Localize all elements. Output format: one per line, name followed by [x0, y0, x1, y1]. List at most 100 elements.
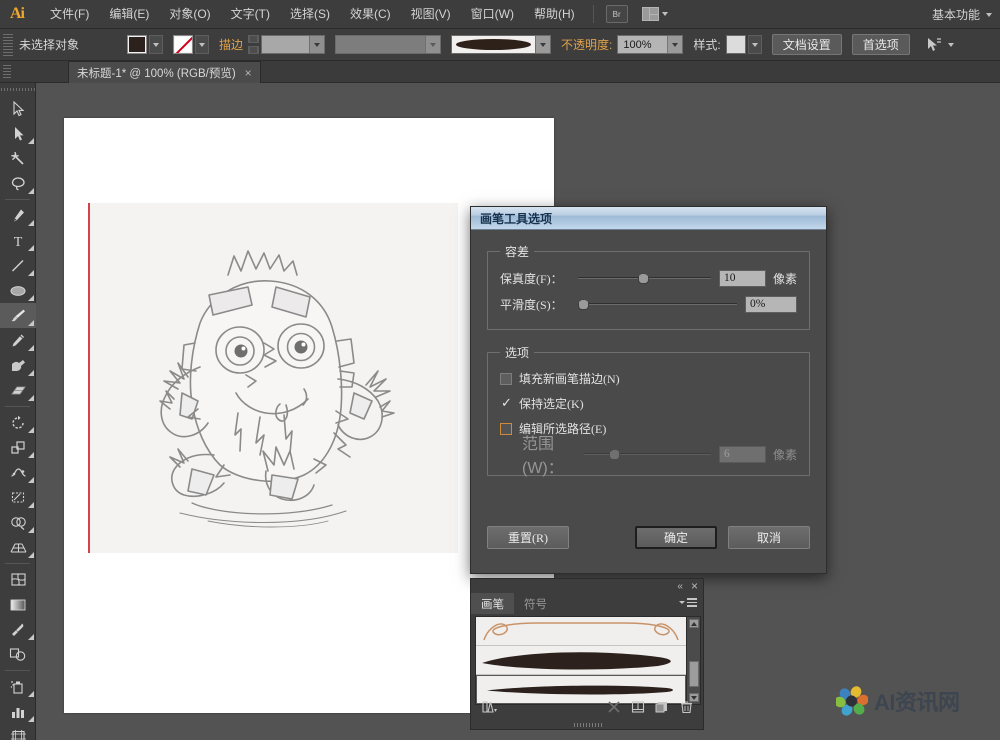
direct-selection-tool[interactable]	[0, 121, 36, 146]
select-similar-options-button[interactable]	[924, 36, 944, 54]
brush-preview-loop-icon	[483, 621, 679, 640]
brush-calligraphic-loop[interactable]	[476, 617, 686, 646]
scale-tool[interactable]	[0, 435, 36, 460]
blend-tool[interactable]	[0, 642, 36, 667]
shape-builder-tool[interactable]	[0, 510, 36, 535]
fill-new-brush-strokes-checkbox[interactable]	[500, 372, 512, 385]
collapse-icon[interactable]: «	[677, 581, 682, 592]
control-bar-grip[interactable]	[3, 33, 13, 56]
fill-new-brush-strokes-row[interactable]: 填充新画笔描边(N)	[500, 366, 797, 391]
app-logo-icon: Ai	[10, 5, 25, 22]
eraser-tool[interactable]	[0, 378, 36, 403]
tab-symbols[interactable]: 符号	[514, 593, 557, 614]
scroll-up-icon[interactable]	[688, 619, 699, 628]
dialog-button-row: 重置(R) 确定 取消	[487, 526, 810, 549]
stroke-profile-combo[interactable]	[335, 35, 442, 54]
menu-select[interactable]: 选择(S)	[280, 0, 340, 29]
lasso-tool[interactable]	[0, 171, 36, 196]
ok-button[interactable]: 确定	[635, 526, 717, 549]
mesh-tool[interactable]	[0, 567, 36, 592]
selection-tool[interactable]	[0, 96, 36, 121]
stroke-swatch-group[interactable]	[173, 35, 209, 54]
stroke-color-swatch[interactable]	[173, 35, 193, 54]
workspace-switcher[interactable]: 基本功能	[932, 0, 992, 29]
ellipse-tool[interactable]	[0, 278, 36, 303]
style-dropdown-button[interactable]	[747, 35, 762, 54]
reset-button[interactable]: 重置(R)	[487, 526, 569, 549]
options-of-selected-object-icon[interactable]	[628, 698, 648, 715]
tab-brushes[interactable]: 画笔	[471, 593, 514, 614]
pencil-tool[interactable]	[0, 328, 36, 353]
rotate-tool[interactable]	[0, 410, 36, 435]
fill-dropdown-button[interactable]	[149, 35, 163, 54]
blob-brush-tool[interactable]	[0, 353, 36, 378]
keep-selected-checkbox[interactable]: ✓	[500, 395, 512, 410]
chevron-down-icon[interactable]	[947, 42, 954, 47]
fill-swatch-group[interactable]	[127, 35, 163, 54]
perspective-grid-tool[interactable]	[0, 535, 36, 560]
brush-list-scrollbar[interactable]	[687, 616, 701, 705]
panel-resize-grip[interactable]	[471, 723, 705, 727]
width-tool[interactable]	[0, 460, 36, 485]
scrollbar-thumb[interactable]	[689, 661, 699, 687]
stroke-weight-combo[interactable]	[261, 35, 326, 54]
stroke-dropdown-button[interactable]	[195, 35, 209, 54]
artboard-tool[interactable]	[0, 724, 36, 740]
bridge-icon[interactable]: Br	[605, 5, 628, 23]
brush-definition-combo[interactable]	[451, 35, 552, 54]
menu-help[interactable]: 帮助(H)	[524, 0, 585, 29]
pen-tool[interactable]	[0, 203, 36, 228]
document-setup-button[interactable]: 文档设置	[771, 34, 842, 55]
graphic-style-swatch[interactable]	[725, 35, 746, 54]
column-graph-tool[interactable]	[0, 699, 36, 724]
menu-object[interactable]: 对象(O)	[159, 0, 220, 29]
fidelity-slider[interactable]	[578, 270, 711, 286]
smoothness-slider-thumb[interactable]	[578, 299, 589, 310]
brush-list-container[interactable]	[475, 616, 701, 705]
keep-selected-row[interactable]: ✓ 保持选定(K)	[500, 391, 797, 416]
hamburger-icon	[687, 598, 697, 607]
free-transform-tool[interactable]	[0, 485, 36, 510]
eyedropper-tool[interactable]	[0, 617, 36, 642]
edit-selected-paths-checkbox[interactable]	[500, 422, 512, 435]
cancel-button[interactable]: 取消	[728, 526, 810, 549]
close-icon[interactable]: ×	[245, 67, 252, 79]
opacity-input[interactable]: 100%	[617, 35, 684, 54]
delete-brush-icon[interactable]	[676, 698, 696, 715]
line-segment-tool[interactable]	[0, 253, 36, 278]
dialog-titlebar[interactable]: 画笔工具选项	[471, 207, 826, 230]
fill-color-swatch[interactable]	[127, 35, 147, 54]
tools-panel-grip[interactable]	[0, 83, 35, 96]
placed-sketch-image[interactable]	[88, 203, 458, 553]
smoothness-input[interactable]: 0%	[745, 295, 797, 313]
brush-thick-tapered[interactable]	[476, 646, 686, 675]
symbol-sprayer-tool[interactable]	[0, 674, 36, 699]
smoothness-slider[interactable]	[578, 296, 737, 312]
brush-libraries-menu-icon[interactable]	[480, 698, 500, 715]
gradient-tool[interactable]	[0, 592, 36, 617]
menu-effect[interactable]: 效果(C)	[340, 0, 401, 29]
brushes-panel[interactable]: « × 画笔 符号	[470, 578, 704, 730]
fidelity-slider-thumb[interactable]	[637, 273, 649, 284]
preferences-button[interactable]: 首选项	[851, 34, 910, 55]
stroke-weight-stepper[interactable]	[248, 35, 260, 54]
paintbrush-tool[interactable]	[0, 303, 36, 328]
menu-file[interactable]: 文件(F)	[40, 0, 99, 29]
new-brush-icon[interactable]	[652, 698, 672, 715]
tab-strip-grip[interactable]	[3, 65, 11, 79]
menu-edit[interactable]: 编辑(E)	[99, 0, 159, 29]
range-input: 6	[718, 445, 766, 463]
menu-window[interactable]: 窗口(W)	[461, 0, 524, 29]
close-icon[interactable]: ×	[691, 579, 698, 593]
fidelity-input[interactable]: 10	[718, 269, 766, 287]
panel-titlebar[interactable]: « ×	[471, 579, 703, 593]
type-tool[interactable]: T	[0, 228, 36, 253]
menu-type[interactable]: 文字(T)	[221, 0, 280, 29]
magic-wand-tool[interactable]	[0, 146, 36, 171]
brush-list[interactable]	[475, 616, 687, 705]
document-tab[interactable]: 未标题-1* @ 100% (RGB/预览) ×	[68, 61, 261, 83]
brush-tool-options-dialog[interactable]: 画笔工具选项 容差 保真度(F)： 10 像素 平滑度(S)： 0% 选项 填充…	[470, 206, 827, 574]
arrange-documents-button[interactable]	[641, 7, 668, 21]
menu-view[interactable]: 视图(V)	[401, 0, 461, 29]
panel-menu-button[interactable]	[679, 598, 697, 607]
